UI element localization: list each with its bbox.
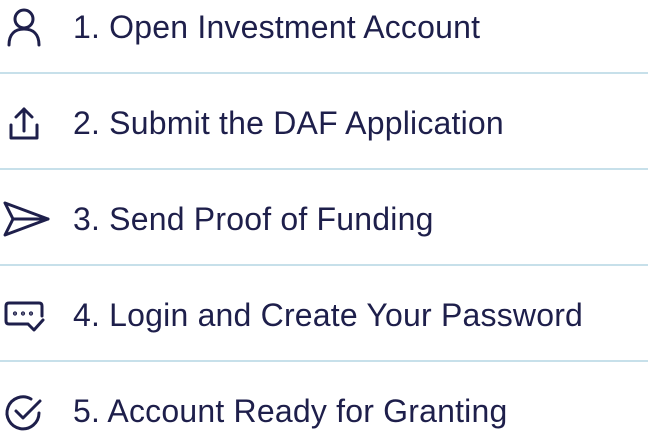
step-item-open-investment-account[interactable]: 1. Open Investment Account — [0, 0, 648, 63]
divider — [0, 72, 648, 74]
step-label: 2. Submit the DAF Application — [73, 105, 504, 141]
divider — [0, 264, 648, 266]
user-icon — [2, 8, 48, 47]
step-label: 4. Login and Create Your Password — [73, 297, 584, 333]
divider — [0, 168, 648, 170]
step-item-login-create-password[interactable]: 4. Login and Create Your Password — [0, 279, 648, 351]
step-item-submit-daf-application[interactable]: 2. Submit the DAF Application — [0, 87, 648, 159]
step-label: 5. Account Ready for Granting — [73, 393, 508, 429]
onboarding-steps-list: 1. Open Investment Account 2. Submit the… — [0, 0, 648, 431]
password-icon — [2, 297, 48, 333]
send-icon — [2, 201, 50, 237]
check-circle-icon — [2, 393, 48, 431]
step-label: 3. Send Proof of Funding — [73, 201, 434, 237]
step-item-send-proof-of-funding[interactable]: 3. Send Proof of Funding — [0, 183, 648, 255]
divider — [0, 360, 648, 362]
step-label: 1. Open Investment Account — [73, 9, 481, 45]
step-item-account-ready-for-granting[interactable]: 5. Account Ready for Granting — [0, 375, 648, 447]
upload-icon — [2, 105, 48, 141]
